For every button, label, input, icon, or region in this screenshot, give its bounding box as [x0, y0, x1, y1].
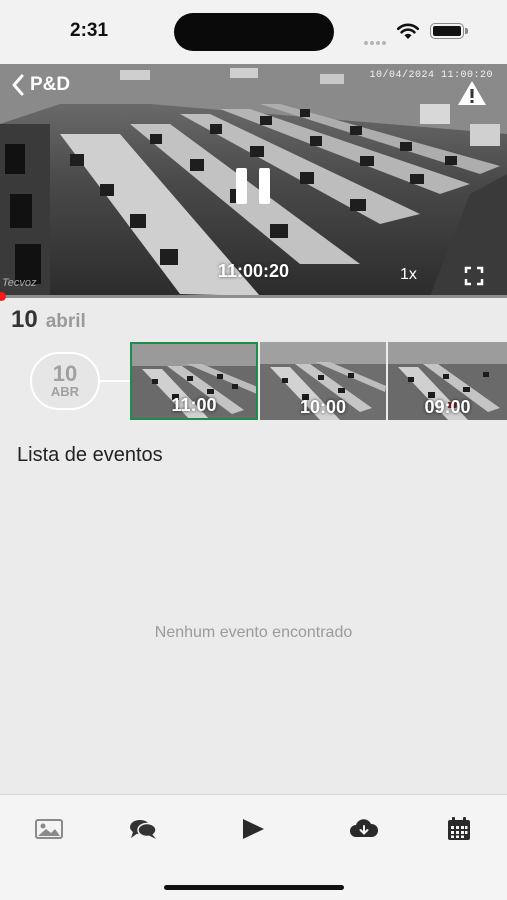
cellular-signal-icon	[364, 32, 388, 45]
date-month: abril	[45, 311, 86, 332]
video-player[interactable]: P&D 10/04/2024 11:00:20 11:00:20 1x Tecv…	[0, 64, 507, 296]
day-badge-month: ABR	[50, 384, 80, 399]
playback-scrubber-handle[interactable]	[0, 292, 6, 301]
image-icon[interactable]	[34, 817, 64, 841]
back-button[interactable]: P&D	[8, 72, 70, 98]
events-empty-message: Nenhum evento encontrado	[154, 624, 353, 641]
day-badge[interactable]: 10 ABR	[30, 352, 100, 410]
playback-progress-track[interactable]	[0, 295, 507, 298]
status-time: 2:31	[70, 20, 109, 41]
calendar-icon[interactable]	[444, 817, 474, 841]
chevron-left-icon	[12, 74, 24, 96]
fullscreen-icon[interactable]	[464, 266, 484, 286]
status-bar: 2:31	[0, 0, 507, 64]
day-badge-day: 10	[52, 361, 78, 386]
date-day: 10	[11, 306, 38, 333]
events-list-title: Lista de eventos	[17, 444, 163, 466]
play-icon[interactable]	[238, 817, 268, 841]
camera-watermark: Tecvoz	[2, 277, 37, 289]
thumbnail-time: 09:00	[424, 397, 471, 417]
timeline-connector	[100, 380, 132, 382]
thumbnail-time: 10:00	[299, 397, 347, 417]
battery-icon	[430, 23, 468, 39]
playback-time: 11:00:20	[217, 261, 290, 281]
thumbnail-11-00[interactable]: 11:00	[130, 342, 258, 420]
thumbnail-10-00[interactable]: 10:00	[260, 342, 386, 420]
cloud-download-icon[interactable]	[349, 817, 379, 841]
back-label: P&D	[30, 74, 71, 95]
warning-icon[interactable]	[457, 80, 487, 106]
date-header: 10 abril	[11, 306, 86, 334]
speed-button[interactable]: 1x	[400, 266, 417, 284]
wifi-icon	[396, 23, 420, 39]
dynamic-island	[174, 13, 334, 51]
home-indicator	[164, 885, 344, 890]
pause-button[interactable]	[234, 168, 272, 204]
pause-icon	[236, 168, 247, 204]
comments-icon[interactable]	[128, 817, 158, 841]
thumbnail-time: 11:00	[171, 395, 217, 415]
thumbnail-09-00[interactable]: 09:00	[388, 342, 507, 420]
